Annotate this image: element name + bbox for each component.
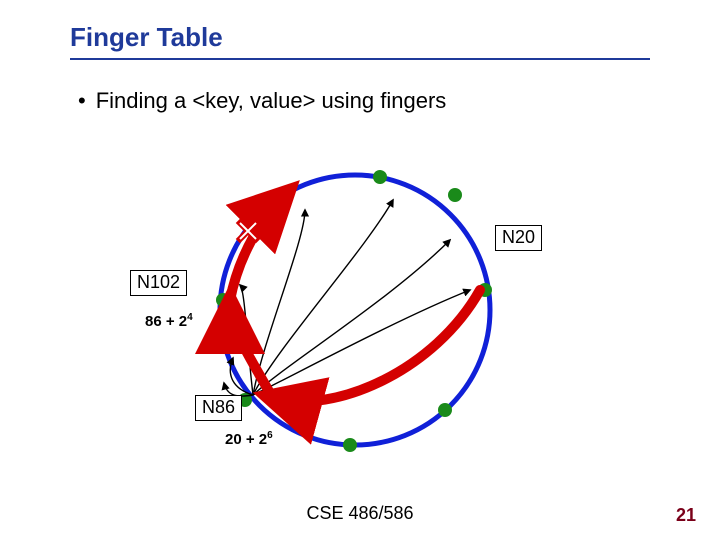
node-label-n20: N20 [495,225,542,251]
ring-node [448,188,462,202]
ring-node [373,170,387,184]
node-label-n86: N86 [195,395,242,421]
ring-node [438,403,452,417]
chord-ring-diagram: N20 N102 N86 86 + 24 20 + 26 [135,140,555,490]
calc-86-plus-2e4: 86 + 24 [145,312,193,330]
page-number: 21 [676,505,696,526]
bullet-text: Finding a <key, value> using fingers [78,88,446,114]
ring-node [343,438,357,452]
ring-svg [135,140,555,490]
ring-circle [220,175,490,445]
footer-course: CSE 486/586 [0,503,720,524]
node-label-n102: N102 [130,270,187,296]
calc-20-plus-2e6: 20 + 26 [225,430,273,448]
title-underline [70,58,650,60]
slide: Finger Table Finding a <key, value> usin… [0,0,720,540]
slide-title: Finger Table [70,22,223,53]
